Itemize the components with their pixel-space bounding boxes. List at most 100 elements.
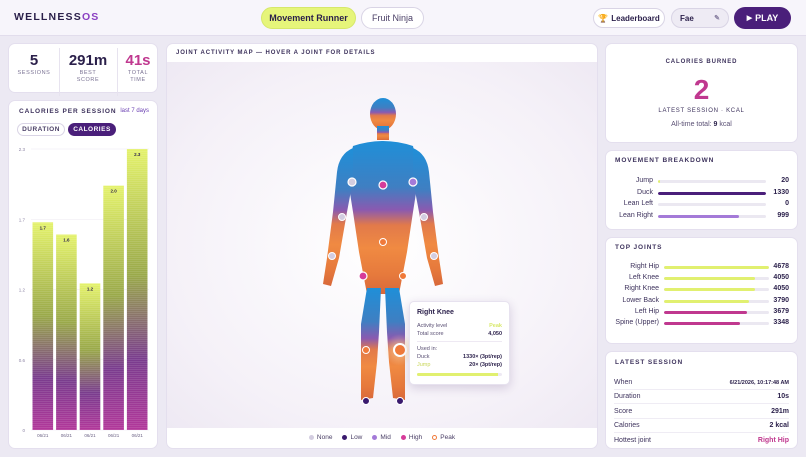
play-button[interactable]: ▶ PLAY: [734, 7, 791, 29]
list-item-value: 999: [777, 211, 789, 219]
progress-track: [664, 322, 769, 325]
body-figure: [323, 98, 443, 405]
x-tick-label: 06/21: [132, 433, 144, 438]
tooltip-score-bar: [417, 373, 502, 376]
toggle-calories[interactable]: CALORIES: [68, 123, 116, 136]
bar-value-label: 2.3: [134, 152, 141, 157]
range-link[interactable]: last 7 days: [120, 108, 149, 114]
joint-neck[interactable]: [378, 180, 388, 190]
joint-right-hip[interactable]: [399, 272, 407, 280]
y-tick-label: 2.3: [19, 147, 26, 152]
joint-right-knee[interactable]: [393, 343, 407, 357]
progress-fill: [664, 310, 747, 314]
joint-lower-back[interactable]: [379, 238, 387, 246]
legend-dot: [432, 435, 438, 440]
progress-fill: [664, 322, 740, 325]
list-item-value: 3679: [773, 307, 789, 315]
stat-sessions: 5 SESSIONS: [17, 52, 51, 76]
map-title: JOINT ACTIVITY MAP — HOVER A JOINT FOR D…: [176, 50, 376, 56]
progress-fill: [664, 277, 756, 281]
calories-caption: LATEST SESSION · KCAL: [658, 108, 745, 114]
list-item-value: 4050: [773, 274, 789, 282]
joint-right-wrist[interactable]: [430, 252, 438, 260]
bar-texture: [79, 283, 101, 430]
session-row: Hottest joint Right Hip: [614, 436, 789, 444]
joint-left-ankle[interactable]: [362, 397, 370, 405]
pencil-icon[interactable]: ✎: [714, 14, 720, 22]
top-joints-title: TOP JOINTS: [615, 244, 663, 251]
list-item-label: Jump: [635, 177, 653, 184]
progress-track: [658, 214, 766, 218]
toggle-duration[interactable]: DURATION: [17, 123, 65, 136]
legend-item-mid: Mid: [372, 434, 391, 441]
y-tick-label: 1.7: [19, 217, 26, 222]
legend-dot: [400, 435, 406, 440]
player-name-field[interactable]: Fae ✎: [671, 8, 729, 28]
list-item-label: Lower Back: [622, 296, 659, 304]
bar-value-label: 2.0: [110, 189, 117, 194]
play-icon: ▶: [746, 15, 753, 22]
list-item-value: 20: [781, 177, 789, 184]
latest-session-card: LATEST SESSION When 6/21/2026, 10:17:48 A…: [605, 351, 798, 449]
stats-card: 5 SESSIONS 291m BEST SCORE 41s TOTAL TIM…: [8, 43, 158, 96]
legend-item-peak: Peak: [432, 434, 455, 441]
joint-right-shoulder[interactable]: [408, 177, 418, 187]
tooltip-used-in: Used in:: [417, 346, 438, 352]
joint-left-wrist[interactable]: [328, 252, 336, 260]
app-logo[interactable]: WELLNESSOS: [14, 11, 100, 23]
calories-bar-chart: 2.3 1.7 1.2 0.6 0 1.7 06/21 1.6 06/21 1.2 06/21 2.…: [19, 147, 149, 438]
list-item-label: Lean Left: [623, 200, 653, 207]
tooltip-divider: [417, 341, 502, 342]
progress-fill: [658, 214, 739, 218]
trophy-icon: 🏆: [598, 13, 609, 23]
movement-breakdown-card: MOVEMENT BREAKDOWN Jump 20 Duck 1330 Lean Le…: [605, 150, 798, 230]
top-joints-card: TOP JOINTS Right Hip 4678 Left Knee 4050 Rig…: [605, 237, 798, 344]
list-item-value: 4050: [773, 285, 789, 293]
legend-item-high: High: [400, 434, 422, 441]
progress-track: [664, 299, 769, 303]
map-legend: None Low Mid High Peak: [167, 434, 597, 441]
y-tick-label: 0: [22, 428, 25, 433]
tooltip-score-row: Total score 4,050: [417, 331, 502, 337]
joint-right-elbow[interactable]: [420, 213, 428, 221]
progress-fill: [664, 299, 750, 303]
leaderboard-button[interactable]: 🏆 Leaderboard: [593, 8, 665, 28]
progress-track: [658, 203, 766, 206]
session-row: When 6/21/2026, 10:17:48 AM: [614, 376, 789, 390]
stat-total-time: 41s TOTAL TIME: [125, 52, 151, 83]
joint-left-elbow[interactable]: [338, 213, 346, 221]
legend-dot: [342, 435, 348, 440]
progress-track: [658, 180, 766, 183]
progress-track: [664, 266, 769, 269]
chart-title: CALORIES PER SESSION: [19, 108, 117, 115]
movement-breakdown-title: MOVEMENT BREAKDOWN: [615, 157, 715, 164]
joint-right-ankle[interactable]: [396, 397, 404, 405]
joint-left-hip[interactable]: [358, 271, 368, 281]
calories-burned-card: CALORIES BURNED 2 LATEST SESSION · KCAL …: [605, 43, 798, 143]
calories-burned-value: 2: [693, 74, 710, 105]
list-item-value: 4678: [773, 263, 789, 270]
stat-best-score: 291m BEST SCORE: [68, 52, 108, 83]
legend-dot: [372, 435, 378, 440]
y-tick-label: 0.6: [19, 358, 26, 363]
progress-track: [664, 310, 769, 314]
all-time-total: All-time total: 9 kcal: [671, 121, 732, 128]
y-tick-label: 1.2: [19, 288, 26, 293]
bar-value-label: 1.7: [40, 225, 47, 230]
joint-tooltip: Right Knee Activity level Peak Total sco…: [409, 301, 510, 385]
progress-track: [664, 288, 769, 292]
bar-value-label: 1.2: [87, 286, 94, 291]
progress-track: [658, 191, 766, 195]
list-item-value: 3790: [773, 296, 789, 304]
list-item-label: Left Knee: [629, 274, 659, 282]
tooltip-move-duck: Duck 1330× (3pt/rep): [417, 354, 502, 360]
tab-fruit-ninja[interactable]: Fruit Ninja: [361, 7, 424, 29]
list-item-value: 1330: [773, 188, 789, 196]
joint-left-knee[interactable]: [362, 346, 370, 354]
tab-movement-runner[interactable]: Movement Runner: [261, 7, 356, 29]
joint-activity-map: JOINT ACTIVITY MAP — HOVER A JOINT FOR D…: [166, 43, 598, 449]
tooltip-move-jump: Jump 20× (3pt/rep): [417, 362, 502, 368]
joint-left-shoulder[interactable]: [347, 177, 357, 187]
list-item-label: Right Hip: [630, 263, 659, 270]
session-row: Calories 2 kcal: [614, 419, 789, 433]
